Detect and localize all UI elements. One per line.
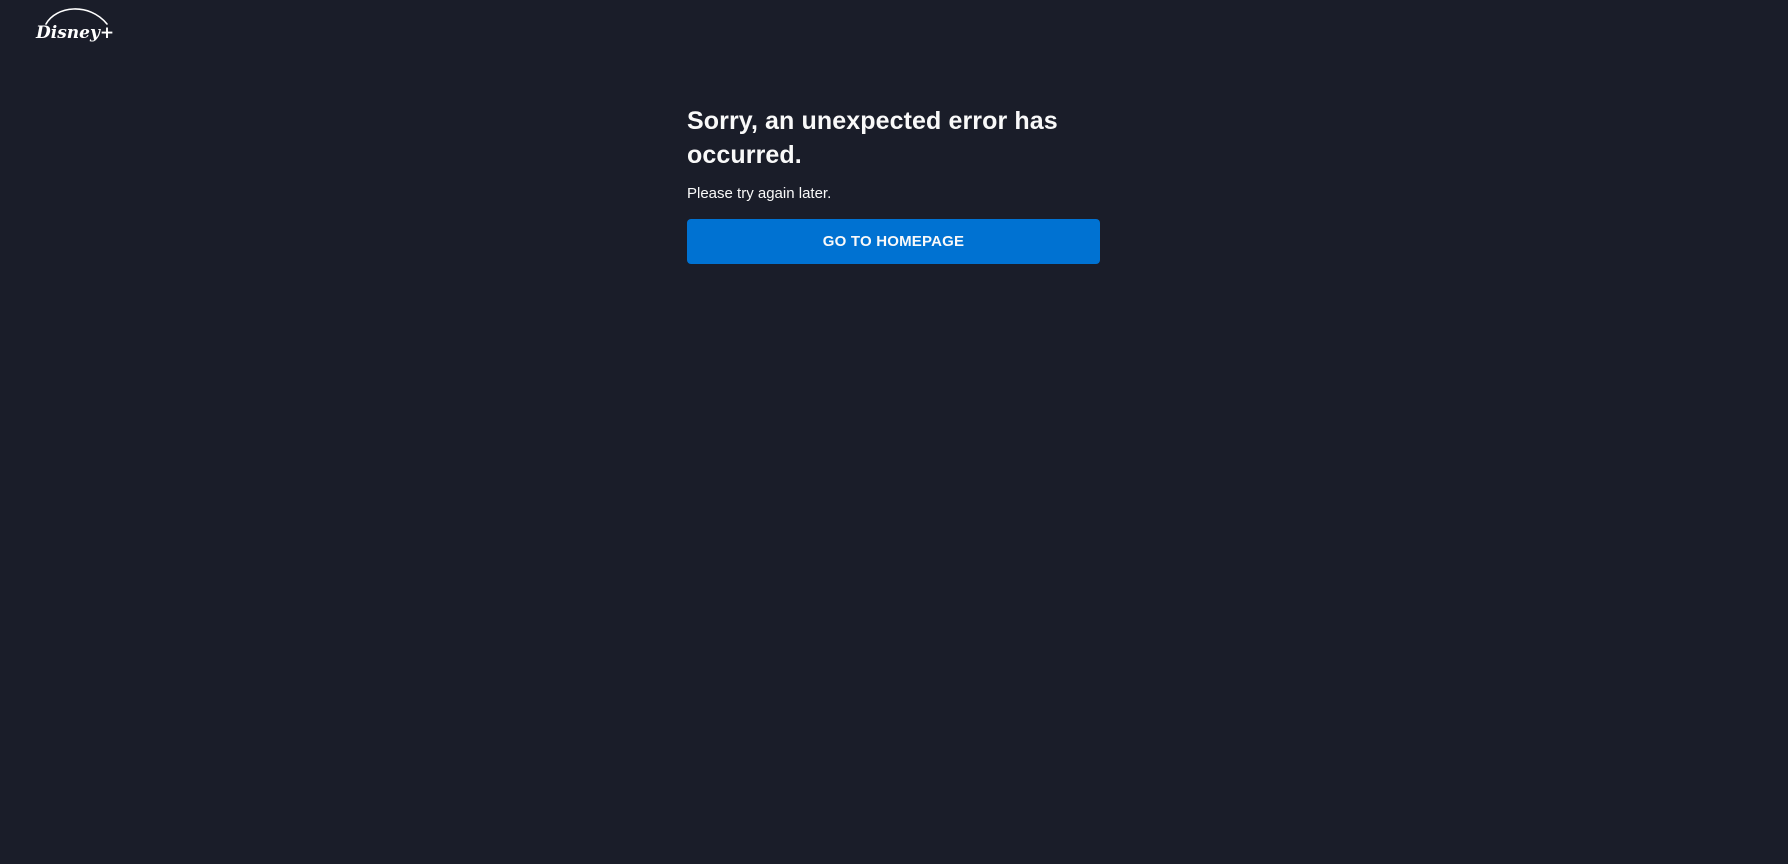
disney-plus-logo-icon: Disney+ — [35, 8, 114, 43]
logo-wordmark: Disney+ — [35, 23, 114, 43]
error-message: Please try again later. — [687, 185, 832, 202]
error-panel: Sorry, an unexpected error has occurred.… — [687, 104, 1100, 264]
go-to-homepage-button[interactable]: GO TO HOMEPAGE — [687, 219, 1100, 264]
disney-plus-logo[interactable]: Disney+ — [34, 4, 114, 46]
error-title: Sorry, an unexpected error has occurred. — [687, 107, 1058, 169]
